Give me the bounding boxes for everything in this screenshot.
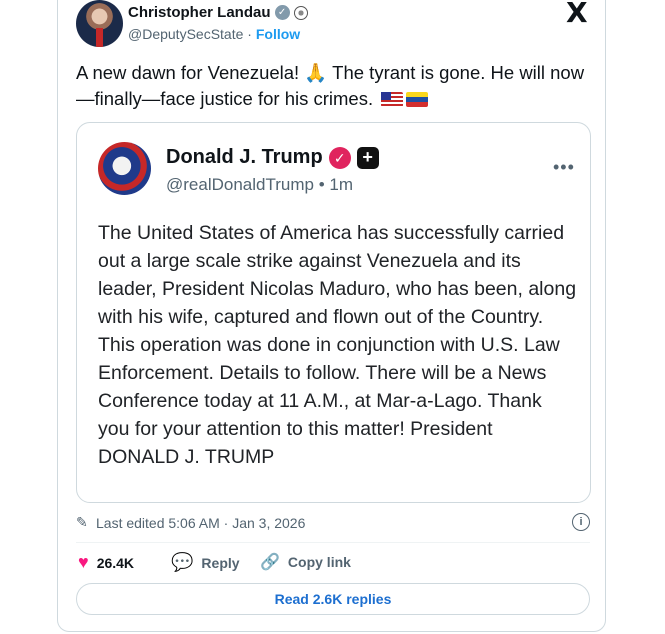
quoted-handle-row: @realDonaldTrump • 1m bbox=[166, 175, 353, 195]
tweet-card: Christopher Landau ✓ @DeputySecState · F… bbox=[57, 0, 606, 632]
venezuela-flag-icon bbox=[406, 92, 429, 107]
follow-button[interactable]: Follow bbox=[256, 26, 300, 42]
quoted-author-avatar[interactable] bbox=[98, 142, 151, 195]
divider bbox=[76, 542, 590, 543]
author-handle-row: @DeputySecState · Follow bbox=[128, 26, 300, 42]
author-name-row: Christopher Landau ✓ bbox=[128, 4, 308, 21]
tweet-header: Christopher Landau ✓ @DeputySecState · F… bbox=[76, 0, 590, 48]
quoted-post[interactable]: Donald J. Trump ✓ + @realDonaldTrump • 1… bbox=[76, 122, 591, 503]
author-avatar[interactable] bbox=[76, 0, 123, 47]
separator-dot: · bbox=[247, 26, 256, 42]
tweet-body: A new dawn for Venezuela! 🙏 The tyrant i… bbox=[76, 62, 585, 109]
verified-badge-icon[interactable]: ✓ bbox=[274, 5, 290, 20]
info-icon[interactable]: i bbox=[572, 513, 590, 531]
copy-link-label: Copy link bbox=[287, 554, 351, 570]
speech-bubble-icon: 💬 bbox=[171, 552, 194, 572]
heart-icon: ♥ bbox=[78, 552, 89, 572]
quoted-text: The United States of America has success… bbox=[98, 222, 577, 468]
quoted-author-name[interactable]: Donald J. Trump bbox=[166, 146, 323, 169]
link-icon: 🔗 bbox=[260, 554, 280, 571]
x-logo-icon[interactable]: X bbox=[566, 0, 592, 27]
plus-badge-icon: + bbox=[356, 146, 379, 169]
us-flag-icon bbox=[381, 92, 404, 107]
like-button[interactable]: ♥ 26.4K bbox=[78, 552, 134, 573]
copy-link-button[interactable]: 🔗 Copy link bbox=[260, 552, 351, 572]
quoted-time: 1m bbox=[329, 175, 354, 194]
pencil-icon: ✎ bbox=[76, 514, 88, 530]
more-options-icon[interactable]: ••• bbox=[553, 157, 575, 178]
reply-label: Reply bbox=[201, 554, 240, 571]
like-count: 26.4K bbox=[96, 554, 135, 571]
action-bar: ♥ 26.4K 💬 Reply 🔗 Copy link bbox=[76, 552, 590, 574]
quoted-handle[interactable]: @realDonaldTrump bbox=[166, 175, 314, 194]
author-name[interactable]: Christopher Landau bbox=[128, 4, 271, 21]
edit-info-row: ✎ Last edited 5:06 AM · Jan 3, 2026 i bbox=[76, 513, 590, 534]
quoted-name-row: Donald J. Trump ✓ + bbox=[166, 146, 379, 169]
verified-badge-icon: ✓ bbox=[328, 146, 351, 169]
edited-timestamp[interactable]: Last edited 5:06 AM · Jan 3, 2026 bbox=[96, 515, 305, 531]
separator-dot: • bbox=[318, 175, 330, 194]
author-handle[interactable]: @DeputySecState bbox=[128, 26, 243, 42]
tweet-text: A new dawn for Venezuela! 🙏 The tyrant i… bbox=[76, 60, 596, 112]
government-seal-icon bbox=[293, 5, 308, 20]
reply-button[interactable]: 💬 Reply bbox=[171, 552, 240, 573]
read-replies-button[interactable]: Read 2.6K replies bbox=[76, 583, 590, 615]
